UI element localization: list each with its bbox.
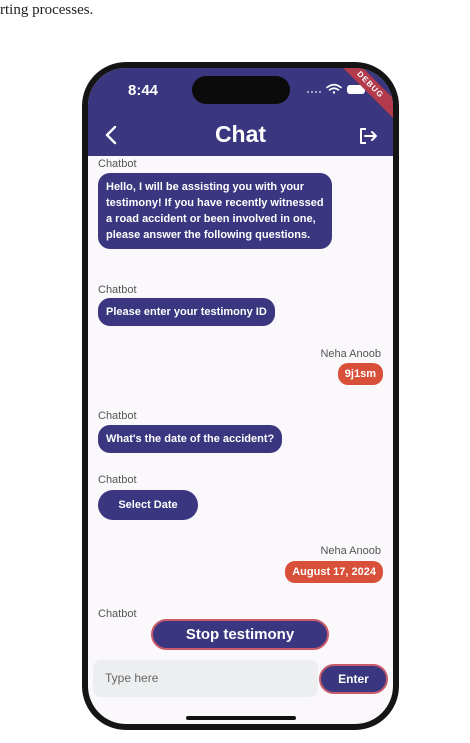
sender-label: Chatbot [98,410,137,422]
sender-label: Chatbot [98,474,137,486]
page-caption: rting processes. [0,2,94,18]
bot-message-bubble: Hello, I will be assisting you with your… [98,173,332,249]
sender-label: Chatbot [98,608,137,620]
phone-screen: 8:44 DEBUG Chat Chatbot Hello, I will be… [88,68,393,724]
stop-testimony-button[interactable]: Stop testimony [151,619,329,650]
enter-button[interactable]: Enter [319,664,388,694]
app-bar: 8:44 DEBUG Chat [88,68,393,156]
message-input[interactable] [93,660,318,697]
page-title: Chat [214,121,267,147]
status-icons [305,82,367,100]
sender-label: Neha Anoob [320,348,381,360]
wifi-icon [326,83,342,94]
logout-icon [360,128,377,144]
sender-label: Chatbot [98,284,137,296]
signal-icon [307,91,321,93]
user-message-bubble: 9j1sm [337,363,383,385]
sender-label: Neha Anoob [320,545,381,557]
status-time: 8:44 [128,82,159,99]
home-indicator [186,716,296,720]
user-message-bubble: August 17, 2024 [285,561,383,583]
bot-message-bubble: What's the date of the accident? [98,425,283,453]
dynamic-island [192,76,290,104]
sender-label: Chatbot [98,158,137,170]
select-date-button[interactable]: Select Date [98,490,198,520]
bot-message-bubble: Please enter your testimony ID [98,298,275,326]
chat-area[interactable]: Chatbot Hello, I will be assisting you w… [88,156,393,626]
logout-button[interactable] [357,125,379,147]
